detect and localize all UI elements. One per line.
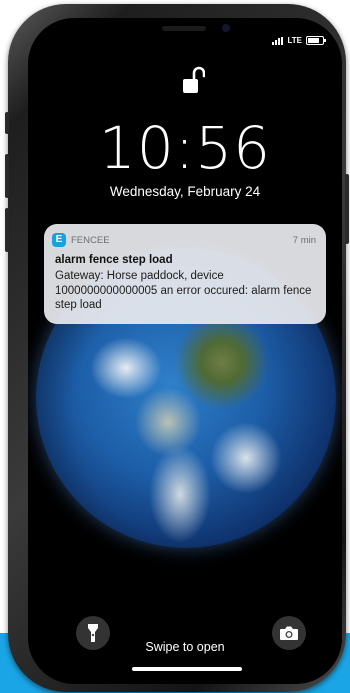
fencee-app-icon: e [52, 233, 66, 247]
unlocked-padlock-icon [183, 66, 205, 93]
clock-time: 10:56 [98, 114, 272, 182]
power-button [345, 174, 349, 244]
clock-date: Wednesday, February 24 [109, 184, 261, 199]
status-bar: LTE [272, 36, 326, 45]
front-camera [222, 24, 230, 32]
phone-frame: LTE 10:56 Wednesday, February 24 e FENCE… [5, 4, 349, 692]
battery-icon [306, 36, 326, 45]
notification-title: alarm fence step load [55, 254, 173, 266]
volume-down-button [5, 208, 9, 252]
home-indicator[interactable] [132, 667, 242, 671]
earpiece-speaker [162, 26, 206, 31]
signal-icon [272, 36, 284, 45]
swipe-to-open-hint: Swipe to open [145, 640, 225, 654]
camera-icon [280, 626, 298, 640]
notification-body: Gateway: Horse paddock, device 100000000… [55, 270, 312, 311]
notification-card[interactable]: e FENCEE 7 min alarm fence step load Gat… [44, 224, 326, 324]
notification-time: 7 min [292, 234, 316, 246]
mute-switch [5, 112, 9, 134]
lock-screen: LTE 10:56 Wednesday, February 24 e FENCE… [28, 18, 342, 684]
notification-app: e FENCEE [52, 233, 110, 247]
volume-up-button [5, 154, 9, 198]
app-name: FENCEE [71, 234, 110, 246]
notification-header: e FENCEE 7 min [52, 233, 316, 247]
network-label: LTE [287, 36, 302, 45]
notch [110, 18, 260, 48]
